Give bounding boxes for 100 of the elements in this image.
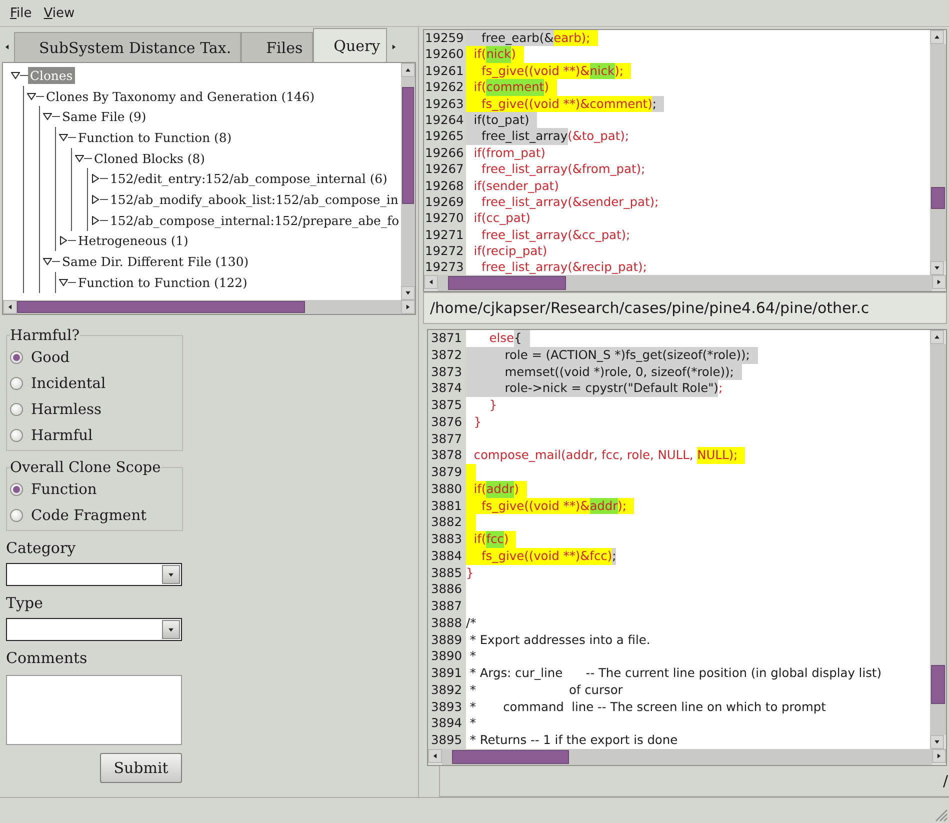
radio-button[interactable] bbox=[10, 402, 23, 416]
code-text: if( bbox=[466, 480, 486, 498]
expanded-triangle-icon[interactable] bbox=[27, 92, 36, 101]
dropdown-field[interactable] bbox=[6, 563, 182, 586]
tab[interactable]: Query bbox=[312, 28, 388, 62]
tree-item[interactable]: Same File (9) bbox=[60, 108, 148, 126]
radio-button[interactable] bbox=[10, 350, 23, 364]
scroll-up-icon[interactable] bbox=[933, 33, 941, 41]
radio-label[interactable]: Function bbox=[31, 480, 97, 498]
menu-item[interactable]: View bbox=[40, 4, 79, 22]
scroll-down-icon[interactable] bbox=[404, 289, 412, 297]
collapsed-triangle-icon[interactable] bbox=[91, 216, 100, 225]
code-text: } bbox=[472, 414, 482, 431]
code-text: } bbox=[488, 397, 497, 414]
scroll-thumb[interactable] bbox=[17, 301, 305, 313]
tab-scroll-left-icon[interactable] bbox=[3, 43, 11, 51]
code-text: NULL); bbox=[697, 447, 746, 464]
expanded-triangle-icon[interactable] bbox=[59, 132, 68, 142]
scroll-left-icon[interactable] bbox=[427, 278, 435, 286]
expanded-triangle-icon[interactable] bbox=[11, 70, 20, 80]
scroll-right-icon[interactable] bbox=[404, 303, 412, 311]
scroll-up-icon[interactable] bbox=[404, 66, 412, 74]
dropdown-field[interactable] bbox=[6, 618, 182, 641]
radio-button[interactable] bbox=[10, 508, 23, 522]
tree-item[interactable]: 152/ab_modify_abook_list:152/ab_compose_in bbox=[108, 190, 400, 208]
expanded-triangle-icon[interactable] bbox=[59, 278, 68, 287]
code-text: ) bbox=[514, 480, 527, 498]
collapsed-triangle-icon[interactable] bbox=[91, 194, 100, 204]
scrollbar[interactable] bbox=[930, 330, 946, 749]
tree-item[interactable]: Function to Function (122) bbox=[76, 274, 250, 291]
line-number: 3876 bbox=[428, 414, 466, 431]
code-text: * bbox=[468, 715, 476, 732]
line-number: 3889 bbox=[428, 632, 466, 648]
code-text: free_list_array(&cc_pat); bbox=[480, 226, 630, 244]
submit-button[interactable]: Submit bbox=[100, 753, 182, 783]
scroll-thumb[interactable] bbox=[931, 187, 945, 209]
line-number: 3887 bbox=[428, 598, 466, 615]
code-text: * Returns -- 1 if the export is done bbox=[468, 732, 678, 749]
menu-item[interactable]: File bbox=[6, 4, 36, 22]
field-label: Type bbox=[6, 594, 44, 614]
code-text: /* bbox=[466, 614, 476, 632]
line-number: 3881 bbox=[428, 498, 466, 514]
radio-label[interactable]: Incidental bbox=[31, 374, 106, 392]
tree-item[interactable]: Function to Function (8) bbox=[76, 128, 234, 146]
scroll-left-icon[interactable] bbox=[6, 303, 14, 311]
scroll-left-icon[interactable] bbox=[431, 752, 439, 760]
code-text: (&to_pat); bbox=[568, 128, 630, 145]
line-number: 3893 bbox=[428, 698, 466, 716]
code-text: free_list_array(&recip_pat); bbox=[480, 259, 647, 275]
expanded-triangle-icon[interactable] bbox=[43, 112, 52, 122]
tab[interactable]: SubSystem Distance Tax. bbox=[14, 32, 242, 62]
code-text: if(sender_pat) bbox=[472, 178, 559, 194]
line-number: 19269 bbox=[424, 194, 466, 210]
comments-field[interactable] bbox=[6, 675, 182, 745]
scrollbar[interactable] bbox=[401, 63, 415, 300]
expanded-triangle-icon[interactable] bbox=[75, 154, 84, 163]
radio-button[interactable] bbox=[10, 428, 23, 442]
line-number: 3879 bbox=[428, 464, 466, 481]
expanded-triangle-icon[interactable] bbox=[43, 257, 52, 266]
file-path: /home/cjkapser/Research/cases/pine/pine4.64/pine/other.c bbox=[430, 299, 870, 318]
tree-item[interactable]: Hetrogeneous (1) bbox=[76, 232, 190, 250]
radio-label[interactable]: Code Fragment bbox=[31, 506, 146, 524]
collapsed-triangle-icon[interactable] bbox=[59, 236, 68, 246]
radio-button[interactable] bbox=[10, 482, 23, 496]
code-text: if(cc_pat) bbox=[472, 210, 530, 227]
tree-item[interactable]: 152/edit_entry:152/ab_compose_internal (6) bbox=[108, 170, 390, 188]
scroll-thumb[interactable] bbox=[931, 664, 945, 704]
scroll-right-icon[interactable] bbox=[935, 752, 943, 760]
scroll-down-icon[interactable] bbox=[933, 738, 941, 746]
group-title: Harmful? bbox=[10, 327, 80, 344]
dropdown-arrow-icon[interactable] bbox=[167, 626, 175, 634]
dropdown-arrow-icon[interactable] bbox=[167, 570, 175, 578]
line-number: 3895 bbox=[428, 732, 466, 749]
resize-grip-icon[interactable] bbox=[934, 808, 948, 822]
code-text: fs_give((void **)&fcc) bbox=[466, 548, 612, 565]
scroll-thumb[interactable] bbox=[452, 750, 570, 764]
scroll-thumb[interactable] bbox=[448, 276, 566, 290]
scroll-right-icon[interactable] bbox=[935, 278, 943, 286]
tree-item[interactable]: Clones By Taxonomy and Generation (146) bbox=[44, 88, 317, 105]
scrollbar[interactable] bbox=[428, 748, 946, 765]
radio-label[interactable]: Harmless bbox=[31, 400, 102, 418]
radio-label[interactable]: Good bbox=[31, 348, 70, 366]
collapsed-triangle-icon[interactable] bbox=[91, 174, 100, 184]
tab[interactable]: Files bbox=[241, 32, 313, 62]
tab-scroll-right-icon[interactable] bbox=[390, 43, 398, 51]
code-text: if(recip_pat) bbox=[472, 243, 548, 260]
scroll-thumb[interactable] bbox=[402, 87, 414, 204]
radio-button[interactable] bbox=[10, 376, 23, 390]
code-text: ) bbox=[544, 79, 557, 96]
scrollbar[interactable] bbox=[424, 275, 946, 291]
scroll-up-icon[interactable] bbox=[933, 333, 941, 342]
radio-label[interactable]: Harmful bbox=[31, 426, 93, 444]
code-text: role->nick = cpystr("Default Role") bbox=[466, 380, 718, 398]
tree-item[interactable]: Cloned Blocks (8) bbox=[92, 150, 207, 167]
scroll-down-icon[interactable] bbox=[933, 264, 941, 272]
scrollbar[interactable] bbox=[3, 300, 415, 314]
code-text: fs_give((void **)& bbox=[466, 62, 590, 80]
tree-item[interactable]: 152/ab_compose_internal:152/prepare_abe_fo bbox=[108, 212, 401, 229]
scrollbar[interactable] bbox=[930, 30, 946, 275]
tree-item[interactable]: Same Dir. Different File (130) bbox=[60, 253, 251, 270]
